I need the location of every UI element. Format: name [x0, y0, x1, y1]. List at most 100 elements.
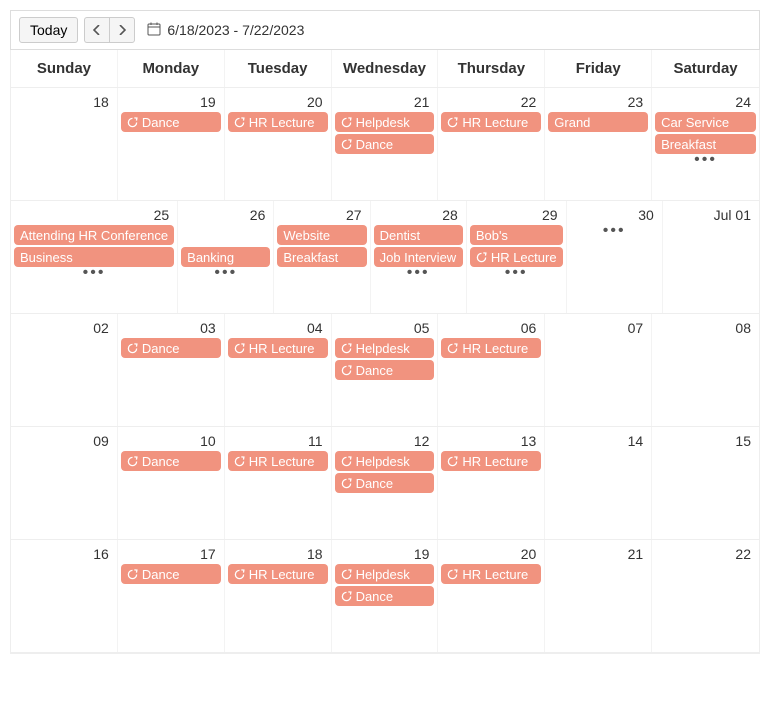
day-header: Saturday [652, 50, 759, 87]
events-list: HR Lecture [227, 112, 329, 132]
event-title: Helpdesk [356, 567, 410, 582]
recur-icon [234, 117, 245, 128]
day-cell[interactable]: 19HelpdeskDance [332, 540, 439, 652]
day-cell[interactable]: 28DentistJob Interview••• [371, 201, 467, 313]
date-range[interactable]: 6/18/2023 - 7/22/2023 [147, 22, 304, 39]
day-cell[interactable]: 05HelpdeskDance [332, 314, 439, 426]
events-list: HR Lecture [227, 564, 329, 584]
next-button[interactable] [109, 17, 135, 43]
events-list: Helpdesk Dance [334, 564, 436, 606]
day-cell[interactable]: 20HR Lecture [438, 540, 545, 652]
event[interactable]: Helpdesk [335, 564, 435, 584]
recur-icon [341, 591, 352, 602]
today-button[interactable]: Today [19, 17, 78, 43]
day-number: 02 [13, 316, 115, 338]
recur-icon [447, 456, 458, 467]
day-number: 19 [120, 90, 222, 112]
event[interactable]: Website [277, 225, 366, 245]
day-cell[interactable]: 07 [545, 314, 652, 426]
event[interactable]: HR Lecture [228, 338, 328, 358]
event[interactable]: Attending HR Conference [14, 225, 174, 245]
event[interactable]: HR Lecture [228, 564, 328, 584]
more-events-button[interactable]: ••• [13, 267, 175, 278]
day-cell[interactable]: 15 [652, 427, 759, 539]
day-cell[interactable]: 19 Dance [118, 88, 225, 200]
day-cell[interactable]: 13HR Lecture [438, 427, 545, 539]
recur-icon [234, 456, 245, 467]
date-range-text: 6/18/2023 - 7/22/2023 [167, 22, 304, 38]
day-cell[interactable]: 02 [11, 314, 118, 426]
day-cell[interactable]: 24Car ServiceBreakfast••• [652, 88, 759, 200]
more-events-button[interactable]: ••• [180, 267, 271, 278]
event[interactable]: HR Lecture [441, 451, 541, 471]
recur-icon [341, 456, 352, 467]
event[interactable]: Helpdesk [335, 112, 435, 132]
day-cell[interactable]: Jul 01 [663, 201, 759, 313]
day-cell[interactable]: 29Bob'sHR Lecture••• [467, 201, 567, 313]
event[interactable]: HR Lecture [441, 112, 541, 132]
day-cell[interactable]: 11HR Lecture [225, 427, 332, 539]
events-list: HR Lecture [440, 338, 542, 358]
day-number: 07 [547, 316, 649, 338]
event-title: Dance [142, 115, 180, 130]
event-title: Helpdesk [356, 341, 410, 356]
event[interactable]: Dance [335, 134, 435, 154]
day-cell[interactable]: 03Dance [118, 314, 225, 426]
day-number: 14 [547, 429, 649, 451]
day-number: 22 [440, 90, 542, 112]
day-cell[interactable]: 23Grand [545, 88, 652, 200]
day-header: Monday [118, 50, 225, 87]
day-cell[interactable]: 21HelpdeskDance [332, 88, 439, 200]
day-cell[interactable]: 22HR Lecture [438, 88, 545, 200]
event[interactable]: Breakfast [277, 247, 366, 267]
event[interactable]: Helpdesk [335, 451, 435, 471]
event[interactable]: HR Lecture [228, 112, 328, 132]
day-number: 15 [654, 429, 757, 451]
event[interactable]: Dance [121, 451, 221, 471]
day-cell[interactable]: 26Banking••• [178, 201, 274, 313]
more-events-button[interactable]: ••• [654, 154, 757, 165]
day-cell[interactable]: 25Attending HR ConferenceBusiness••• [11, 201, 178, 313]
event[interactable]: Dance [335, 360, 435, 380]
day-cell[interactable]: 08 [652, 314, 759, 426]
day-cell[interactable]: 04HR Lecture [225, 314, 332, 426]
day-cell[interactable]: 12HelpdeskDance [332, 427, 439, 539]
day-number: 12 [334, 429, 436, 451]
day-cell[interactable]: 21 [545, 540, 652, 652]
event[interactable]: Dance [335, 473, 435, 493]
day-cell[interactable]: 22 [652, 540, 759, 652]
prev-button[interactable] [84, 17, 109, 43]
event[interactable]: HR Lecture [441, 338, 541, 358]
event[interactable]: Helpdesk [335, 338, 435, 358]
day-cell[interactable]: 10Dance [118, 427, 225, 539]
day-cell[interactable]: 27WebsiteBreakfast [274, 201, 370, 313]
week-row: 0910Dance11HR Lecture12HelpdeskDance13HR… [11, 427, 759, 540]
day-number: 08 [654, 316, 757, 338]
week-row: 0203Dance04HR Lecture05HelpdeskDance06HR… [11, 314, 759, 427]
event[interactable]: Bob's [470, 225, 563, 245]
day-cell[interactable]: 06HR Lecture [438, 314, 545, 426]
more-events-button[interactable]: ••• [469, 267, 564, 278]
day-cell[interactable]: 14 [545, 427, 652, 539]
event[interactable]: HR Lecture [228, 451, 328, 471]
day-cell[interactable]: 09 [11, 427, 118, 539]
more-events-button[interactable]: ••• [569, 225, 660, 236]
event[interactable]: Dentist [374, 225, 463, 245]
day-cell[interactable]: 20HR Lecture [225, 88, 332, 200]
event[interactable]: Grand [548, 112, 648, 132]
more-events-button[interactable]: ••• [373, 267, 464, 278]
event-title: Attending HR Conference [20, 228, 168, 243]
event-title: HR Lecture [249, 341, 315, 356]
event[interactable]: Dance [121, 338, 221, 358]
event[interactable]: HR Lecture [441, 564, 541, 584]
event[interactable]: Dance [121, 564, 221, 584]
day-cell[interactable]: 18HR Lecture [225, 540, 332, 652]
day-cell[interactable]: 16 [11, 540, 118, 652]
day-cell[interactable]: 18 [11, 88, 118, 200]
day-cell[interactable]: 17Dance [118, 540, 225, 652]
event[interactable]: Dance [335, 586, 435, 606]
event[interactable]: Car Service [655, 112, 756, 132]
event[interactable]: Dance [121, 112, 221, 132]
calendar-icon [147, 22, 161, 39]
day-cell[interactable]: 30••• [567, 201, 663, 313]
